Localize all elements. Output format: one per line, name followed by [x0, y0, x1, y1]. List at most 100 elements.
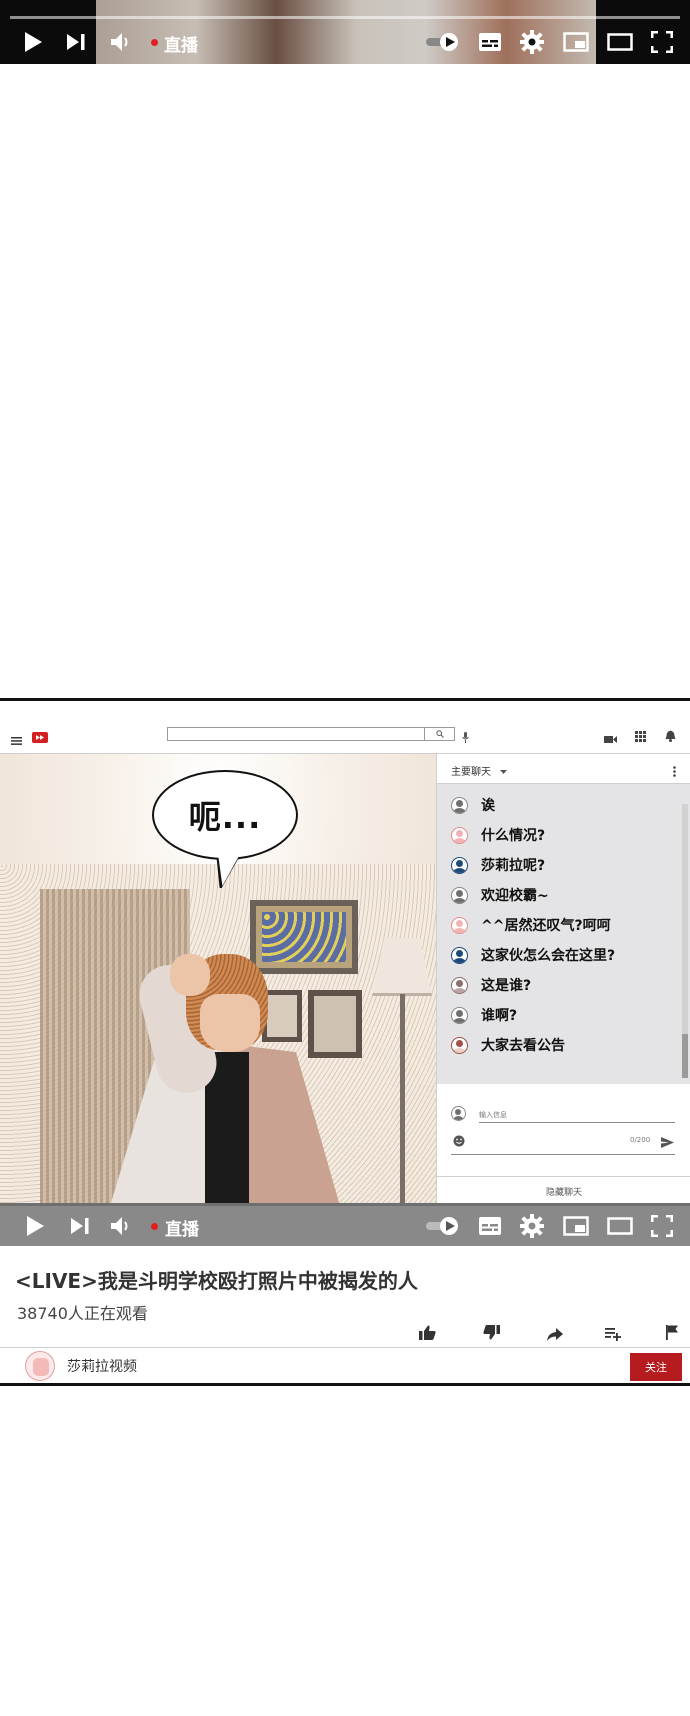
live-label: 直播: [165, 1220, 199, 1240]
chat-scrollbar[interactable]: [682, 804, 688, 1078]
chat-message-text: 大家去看公告: [481, 1038, 565, 1054]
subtitles-icon[interactable]: [477, 1214, 503, 1238]
logo-icon[interactable]: [32, 728, 48, 747]
channel-avatar[interactable]: [25, 1351, 55, 1381]
microphone-icon[interactable]: [462, 728, 469, 747]
create-video-icon[interactable]: [604, 729, 617, 748]
chat-message-list[interactable]: 诶 什么情况? 莎莉拉呢? 欢迎校霸~ ^^居然还叹气?呵呵 这家伙怎么会在这里…: [437, 784, 690, 1084]
report-flag-icon[interactable]: [666, 1325, 679, 1344]
user-avatar-icon: [451, 976, 468, 994]
user-avatar-icon: [451, 946, 468, 964]
chat-message: 莎莉拉呢?: [451, 854, 545, 876]
wall-frame: [308, 990, 362, 1058]
live-chat-panel: 主要聊天 诶 什么情况? 莎莉拉呢? 欢迎校霸~ ^^居然还叹气?呵呵 这家伙怎…: [436, 754, 690, 1206]
hide-chat-button[interactable]: 隐藏聊天: [437, 1176, 690, 1206]
chat-message-text: 谁啊?: [481, 1008, 518, 1024]
input-underline: [479, 1122, 675, 1123]
chat-scroll-thumb[interactable]: [682, 1034, 688, 1078]
character-counter: 0/200: [630, 1136, 651, 1144]
top-video-player[interactable]: 直播: [0, 0, 690, 64]
fullscreen-icon[interactable]: [650, 30, 674, 54]
chat-message: 诶: [451, 794, 495, 816]
settings-gear-icon[interactable]: [519, 1213, 545, 1239]
video-title: <LIVE>我是斗明学校殴打照片中被揭发的人: [15, 1269, 418, 1293]
chat-message-text: 莎莉拉呢?: [481, 858, 546, 874]
player-controls: 直播: [0, 1206, 690, 1246]
youtube-live-screenshot: 呃... 主要聊天 诶 什么情况? 莎莉拉呢? 欢迎校霸~ ^^居然还叹气?呵呵…: [0, 698, 690, 1386]
send-icon[interactable]: [661, 1133, 674, 1152]
like-icon[interactable]: [419, 1325, 436, 1344]
miniplayer-icon[interactable]: [562, 1215, 590, 1237]
live-dot-icon: [151, 39, 158, 46]
dislike-icon[interactable]: [483, 1325, 500, 1344]
character-hand: [170, 954, 210, 996]
save-to-playlist-icon[interactable]: [605, 1326, 621, 1345]
chat-message: 大家去看公告: [451, 1034, 565, 1056]
emoji-icon[interactable]: [453, 1132, 465, 1151]
video-player[interactable]: 呃...: [0, 754, 436, 1206]
notifications-bell-icon[interactable]: [665, 727, 676, 746]
video-actions: [0, 1321, 690, 1345]
user-avatar-icon: [451, 826, 468, 844]
user-avatar-icon: [451, 916, 468, 934]
hide-chat-label: 隐藏聊天: [545, 1188, 582, 1198]
chat-message-text: ^^居然还叹气?呵呵: [481, 918, 611, 934]
theater-mode-icon[interactable]: [606, 1216, 634, 1236]
hamburger-menu-icon[interactable]: [11, 730, 22, 749]
user-avatar-icon: [451, 1036, 468, 1054]
subtitles-icon[interactable]: [477, 30, 503, 54]
chat-message: 谁啊?: [451, 1004, 517, 1026]
site-header: [0, 701, 690, 754]
player-controls: 直播: [0, 22, 690, 62]
follow-button[interactable]: 关注: [630, 1353, 682, 1381]
chat-message: 这家伙怎么会在这里?: [451, 944, 615, 966]
speech-bubble-text: 呃...: [188, 798, 262, 836]
speech-bubble: 呃...: [152, 770, 298, 860]
search-icon[interactable]: [425, 727, 455, 741]
chat-message: 欢迎校霸~: [451, 884, 549, 906]
section-divider: [0, 1347, 690, 1348]
user-avatar-icon: [451, 856, 468, 874]
volume-icon[interactable]: [108, 30, 134, 54]
chat-mode-dropdown[interactable]: 主要聊天: [451, 763, 508, 778]
chat-message-text: 什么情况?: [481, 828, 546, 844]
user-avatar-icon: [451, 1106, 466, 1121]
next-icon[interactable]: [64, 30, 88, 54]
live-label: 直播: [164, 36, 198, 56]
channel-name[interactable]: 莎莉拉视频: [67, 1356, 137, 1376]
user-avatar-icon: [451, 1006, 468, 1024]
settings-gear-icon[interactable]: [519, 29, 545, 55]
floor-lamp-pole: [400, 994, 405, 1206]
miniplayer-icon[interactable]: [562, 31, 590, 53]
user-avatar-icon: [451, 886, 468, 904]
play-icon[interactable]: [20, 28, 46, 56]
chat-title: 主要聊天: [451, 767, 491, 778]
live-dot-icon: [151, 1223, 158, 1230]
user-avatar-icon: [451, 796, 468, 814]
apps-grid-icon[interactable]: [635, 727, 646, 746]
more-options-icon[interactable]: [673, 762, 676, 781]
chat-message-text: 诶: [481, 798, 495, 814]
chat-message: 什么情况?: [451, 824, 545, 846]
chevron-down-icon: [500, 770, 508, 774]
chat-message-text: 这家伙怎么会在这里?: [481, 948, 616, 964]
theater-mode-icon[interactable]: [606, 32, 634, 52]
search-input[interactable]: [167, 727, 425, 741]
chat-input-area: 0/200: [437, 1084, 690, 1176]
play-icon[interactable]: [22, 1212, 48, 1240]
progress-bar[interactable]: [10, 16, 680, 19]
autoplay-toggle[interactable]: [425, 1216, 459, 1236]
chat-message-input[interactable]: [479, 1109, 675, 1121]
wall-painting: [250, 900, 358, 974]
autoplay-toggle[interactable]: [425, 32, 459, 52]
volume-icon[interactable]: [108, 1214, 134, 1238]
chat-header: 主要聊天: [437, 754, 690, 784]
share-icon[interactable]: [547, 1326, 563, 1345]
chat-message-text: 这是谁?: [481, 978, 532, 994]
character-face: [200, 994, 260, 1052]
input-divider: [451, 1154, 675, 1155]
chat-message: 这是谁?: [451, 974, 531, 996]
wall-frame: [262, 990, 302, 1042]
next-icon[interactable]: [68, 1214, 92, 1238]
fullscreen-icon[interactable]: [650, 1214, 674, 1238]
